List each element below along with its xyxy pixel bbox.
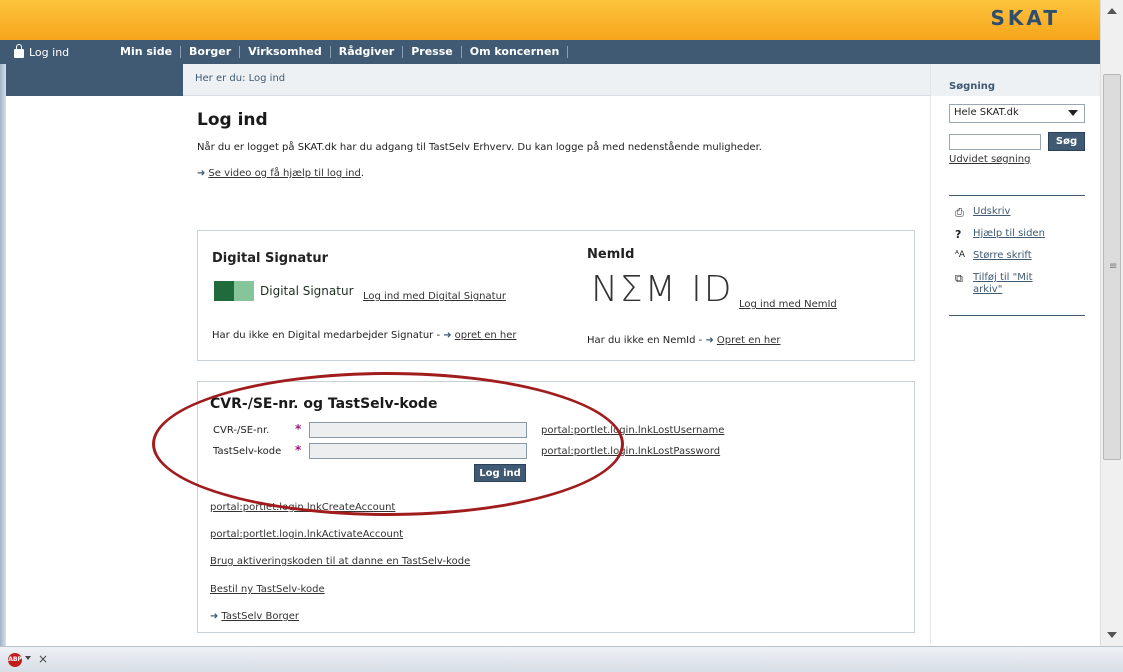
scroll-up-icon[interactable] [1107,8,1117,14]
sidebar-divider [949,315,1085,316]
nemid-logo: NΣM ID [591,269,734,310]
tastselv-borger-link[interactable]: TastSelv Borger [221,611,299,622]
nav-login-label: Log ind [29,45,70,59]
main-nav: Log ind Min side Borger Virksomhed Rådgi… [0,40,1100,64]
tool-print[interactable]: ⎙ Udskriv [955,206,1010,220]
tool-archive[interactable]: ⧉ Tilføj til "Mit arkiv" [955,272,1075,296]
right-sidebar: Søgning Hele SKAT.dk Søg Udvidet søgning… [930,64,1101,644]
tastselv-code-label: TastSelv-kode [213,446,282,457]
tastselv-code-input[interactable] [309,443,527,459]
search-title: Søgning [931,64,1101,96]
skat-logo[interactable]: SKAT [991,6,1060,30]
left-column-header [6,64,183,96]
page-title: Log ind [197,110,268,130]
nav-item-presse[interactable]: Presse [403,46,462,58]
help-icon: ? [955,228,962,241]
search-scope-value: Hele SKAT.dk [954,107,1019,118]
tool-text-size-label: Større skrift [973,250,1032,261]
order-new-code-link[interactable]: Bestil ny TastSelv-kode [210,584,325,595]
lost-password-link[interactable]: portal:portlet.login.lnkLostPassword [541,446,720,457]
nav-item-raadgiver[interactable]: Rådgiver [331,46,404,58]
signature-box: Digital Signatur Digital Signatur Log in… [197,230,915,361]
activation-code-link[interactable]: Brug aktiveringskoden til at danne en Ta… [210,556,470,567]
video-help-link[interactable]: Se video og få hjælp til log ind [208,168,360,179]
cvr-required-mark: * [295,422,302,436]
tastselv-borger: ➜ TastSelv Borger [210,611,299,622]
nav-item-min-side[interactable]: Min side [112,46,182,58]
cvr-input[interactable] [309,422,527,438]
search-button[interactable]: Søg [1048,132,1085,151]
digital-signatur-create-link[interactable]: opret en her [455,330,517,341]
nemid-login-link[interactable]: Log ind med NemId [739,299,837,310]
digital-signatur-note-text: Har du ikke en Digital medarbejder Signa… [212,330,444,341]
nav-item-virksomhed[interactable]: Virksomhed [240,46,331,58]
activate-account-link[interactable]: portal:portlet.login.lnkActivateAccount [210,529,403,540]
adblock-icon[interactable]: ABP [8,653,22,667]
digital-signatur-logo-icon [214,281,254,301]
grip-icon: ≡ [1109,261,1118,272]
scroll-down-icon[interactable] [1107,632,1117,638]
digital-signatur-login-link[interactable]: Log ind med Digital Signatur [363,291,506,302]
arrow-right-icon: ➜ [705,335,714,346]
nemid-create-link[interactable]: Opret en her [717,335,781,346]
sidebar-divider [949,195,1085,196]
top-banner: SKAT [0,0,1100,40]
arrow-right-icon: ➜ [210,611,219,622]
login-button[interactable]: Log ind [474,464,526,482]
video-help-suffix: . [360,168,365,179]
digital-signatur-note: Har du ikke en Digital medarbejder Signa… [212,330,517,341]
print-icon: ⎙ [955,206,964,219]
tastselv-box: CVR-/SE-nr. og TastSelv-kode CVR-/SE-nr.… [197,381,915,633]
vertical-scrollbar[interactable]: ≡ [1100,0,1123,646]
code-required-mark: * [295,443,302,457]
nav-login[interactable]: Log ind [0,43,112,59]
cvr-label: CVR-/SE-nr. [213,425,270,436]
advanced-search-link[interactable]: Udvidet søgning [949,154,1030,165]
create-account-link[interactable]: portal:portlet.login.lnkCreateAccount [210,502,395,513]
scroll-thumb[interactable]: ≡ [1103,74,1121,460]
archive-add-icon: ⧉ [955,272,963,285]
search-input[interactable] [949,134,1041,150]
window-edge [0,0,6,672]
arrow-right-icon: ➜ [197,168,206,179]
nav-item-borger[interactable]: Borger [181,46,241,58]
text-size-icon: ᴬA [955,250,966,260]
digital-signatur-title: Digital Signatur [212,251,329,266]
status-bar: ABP × [0,646,1123,672]
nav-item-om-koncernen[interactable]: Om koncernen [462,46,569,58]
tool-help[interactable]: ? Hjælp til siden [955,228,1045,241]
chevron-down-icon [1068,110,1078,116]
search-scope-select[interactable]: Hele SKAT.dk [949,104,1085,123]
video-help: ➜ Se video og få hjælp til log ind. [197,168,364,179]
arrow-right-icon: ➜ [443,330,452,341]
tool-archive-label: Tilføj til "Mit arkiv" [973,272,1033,295]
digital-signatur-logo: Digital Signatur [214,281,354,301]
tool-help-label: Hjælp til siden [973,228,1045,239]
close-icon[interactable]: × [38,652,48,666]
intro-text: Når du er logget på SKAT.dk har du adgan… [197,142,762,153]
lock-icon [14,43,24,58]
nemid-note: Har du ikke en NemId - ➜ Opret en her [587,335,780,346]
nemid-title: NemId [587,247,635,262]
nemid-note-text: Har du ikke en NemId - [587,335,706,346]
lost-username-link[interactable]: portal:portlet.login.lnkLostUsername [541,425,724,436]
tool-text-size[interactable]: ᴬA Større skrift [955,250,1032,261]
breadcrumb: Her er du: Log ind [183,64,930,96]
tool-print-label: Udskriv [973,206,1011,217]
tastselv-title: CVR-/SE-nr. og TastSelv-kode [210,396,438,412]
chevron-down-icon[interactable] [25,656,31,660]
digital-signatur-logo-text: Digital Signatur [260,284,354,298]
